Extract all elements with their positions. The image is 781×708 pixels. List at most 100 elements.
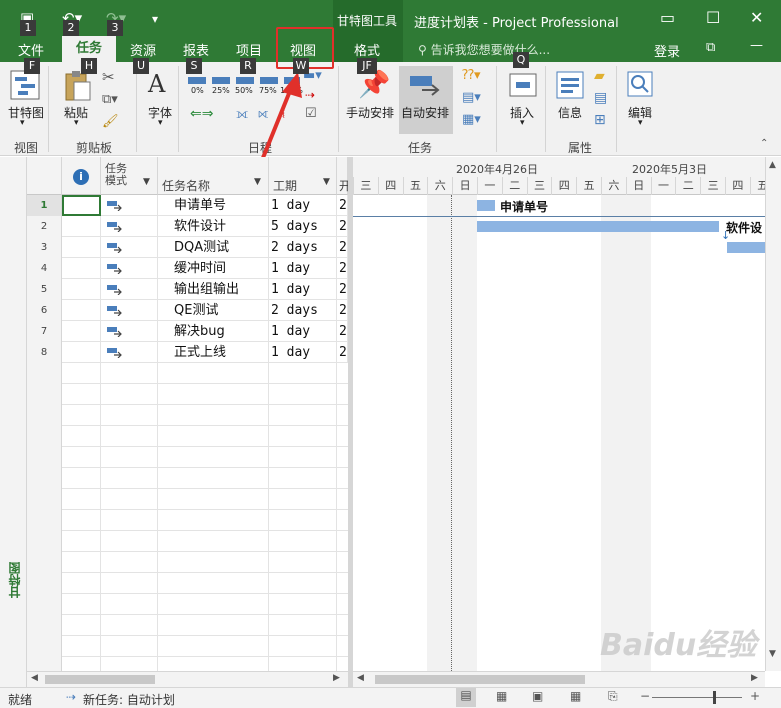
empty-row[interactable] bbox=[27, 426, 348, 447]
add-to-timeline-icon[interactable]: ⊞ bbox=[594, 112, 606, 128]
task-name-cell[interactable]: 输出组输出 bbox=[158, 279, 269, 300]
empty-cell[interactable] bbox=[101, 510, 158, 531]
indicators-header[interactable]: i bbox=[62, 157, 101, 195]
empty-cell[interactable] bbox=[269, 573, 337, 594]
indicator-cell[interactable] bbox=[62, 216, 101, 237]
grid-scroll-thumb[interactable] bbox=[45, 675, 155, 684]
row-number[interactable]: 2 bbox=[27, 216, 62, 237]
row-number[interactable] bbox=[27, 636, 62, 657]
empty-cell[interactable] bbox=[158, 384, 269, 405]
task-usage-shortcut-icon[interactable]: ▦ bbox=[496, 689, 507, 703]
status-new-task[interactable]: 新任务: 自动计划 bbox=[83, 691, 175, 708]
task-mode-filter-icon[interactable]: ▼ bbox=[143, 177, 150, 187]
editing-icon[interactable] bbox=[626, 70, 654, 100]
outdent-icon[interactable]: ⇐⇒ bbox=[190, 106, 213, 122]
empty-cell[interactable] bbox=[158, 510, 269, 531]
empty-row[interactable] bbox=[27, 657, 348, 671]
empty-row[interactable] bbox=[27, 552, 348, 573]
start-cell[interactable]: 2 bbox=[337, 258, 348, 279]
scroll-right-icon[interactable]: ▶ bbox=[333, 673, 340, 683]
empty-cell[interactable] bbox=[269, 510, 337, 531]
empty-cell[interactable] bbox=[158, 636, 269, 657]
task-mode-cell[interactable] bbox=[101, 237, 158, 258]
row-number[interactable] bbox=[27, 552, 62, 573]
start-cell[interactable]: 2 bbox=[337, 342, 348, 363]
report-shortcut-icon[interactable]: ⎘ bbox=[608, 689, 618, 704]
tab-resource[interactable]: 资源 bbox=[130, 40, 156, 59]
row-number[interactable] bbox=[27, 426, 62, 447]
task-name-cell[interactable]: 正式上线 bbox=[158, 342, 269, 363]
empty-row[interactable] bbox=[27, 489, 348, 510]
table-row[interactable]: 5 输出组输出 1 day 2 bbox=[27, 279, 348, 300]
grid-horizontal-scrollbar[interactable]: ◀ ▶ bbox=[27, 671, 348, 687]
empty-cell[interactable] bbox=[101, 573, 158, 594]
empty-row[interactable] bbox=[27, 594, 348, 615]
information-icon[interactable] bbox=[555, 70, 585, 100]
duration-cell[interactable]: 5 days bbox=[269, 216, 337, 237]
task-bar-2[interactable] bbox=[477, 221, 719, 232]
select-all-corner[interactable] bbox=[27, 157, 62, 195]
row-number[interactable] bbox=[27, 573, 62, 594]
empty-cell[interactable] bbox=[62, 552, 101, 573]
empty-cell[interactable] bbox=[269, 363, 337, 384]
empty-cell[interactable] bbox=[101, 468, 158, 489]
empty-cell[interactable] bbox=[158, 657, 269, 671]
empty-cell[interactable] bbox=[101, 615, 158, 636]
task-mode-cell[interactable] bbox=[101, 279, 158, 300]
empty-cell[interactable] bbox=[62, 384, 101, 405]
task-name-cell[interactable]: 解决bug bbox=[158, 321, 269, 342]
task-name-cell[interactable]: 缓冲时间 bbox=[158, 258, 269, 279]
empty-cell[interactable] bbox=[269, 636, 337, 657]
task-name-header[interactable]: 任务名称 ▼ bbox=[158, 157, 269, 195]
manual-schedule-icon[interactable]: 📌 bbox=[358, 70, 390, 100]
duration-cell[interactable]: 1 day bbox=[269, 342, 337, 363]
duration-header[interactable]: 工期 ▼ bbox=[269, 157, 337, 195]
row-number[interactable] bbox=[27, 447, 62, 468]
duration-cell[interactable]: 1 day bbox=[269, 195, 337, 216]
start-cell[interactable]: 2 bbox=[337, 237, 348, 258]
row-number[interactable] bbox=[27, 615, 62, 636]
empty-cell[interactable] bbox=[158, 426, 269, 447]
zoom-slider-thumb[interactable] bbox=[713, 691, 716, 704]
row-number[interactable]: 4 bbox=[27, 258, 62, 279]
empty-cell[interactable] bbox=[101, 552, 158, 573]
empty-cell[interactable] bbox=[269, 468, 337, 489]
empty-cell[interactable] bbox=[269, 405, 337, 426]
empty-cell[interactable] bbox=[62, 363, 101, 384]
gantt-scroll-thumb[interactable] bbox=[375, 675, 585, 684]
format-painter-icon[interactable]: 🖌 bbox=[102, 114, 119, 129]
empty-cell[interactable] bbox=[101, 384, 158, 405]
task-mode-cell[interactable] bbox=[101, 258, 158, 279]
empty-row[interactable] bbox=[27, 384, 348, 405]
scroll-down-icon[interactable]: ▼ bbox=[769, 649, 776, 659]
empty-row[interactable] bbox=[27, 636, 348, 657]
empty-cell[interactable] bbox=[62, 531, 101, 552]
row-number[interactable] bbox=[27, 657, 62, 671]
insert-dropdown-icon[interactable]: ▾ bbox=[520, 118, 525, 128]
indicator-cell[interactable] bbox=[62, 342, 101, 363]
maximize-button[interactable]: ☐ bbox=[706, 8, 720, 27]
pct-0[interactable]: 0% bbox=[191, 86, 204, 95]
indicator-cell[interactable] bbox=[62, 195, 101, 216]
empty-cell[interactable] bbox=[62, 615, 101, 636]
table-row[interactable]: 8 正式上线 1 day 2 bbox=[27, 342, 348, 363]
empty-cell[interactable] bbox=[158, 573, 269, 594]
empty-row[interactable] bbox=[27, 531, 348, 552]
task-name-cell[interactable]: 申请单号 bbox=[158, 195, 269, 216]
task-bar-3[interactable] bbox=[727, 242, 765, 253]
row-number[interactable]: 6 bbox=[27, 300, 62, 321]
move-icon[interactable]: ▤▾ bbox=[462, 90, 481, 105]
duration-cell[interactable]: 1 day bbox=[269, 258, 337, 279]
empty-cell[interactable] bbox=[62, 594, 101, 615]
task-name-cell[interactable]: DQA测试 bbox=[158, 237, 269, 258]
gantt-scroll-right-icon[interactable]: ▶ bbox=[751, 673, 758, 683]
table-row[interactable]: 7 解决bug 1 day 2 bbox=[27, 321, 348, 342]
empty-cell[interactable] bbox=[269, 447, 337, 468]
task-mode-cell[interactable] bbox=[101, 216, 158, 237]
start-cell[interactable]: 2 bbox=[337, 195, 348, 216]
resource-sheet-shortcut-icon[interactable]: ▦ bbox=[570, 689, 581, 703]
row-number[interactable]: 5 bbox=[27, 279, 62, 300]
start-cell[interactable]: 2 bbox=[337, 216, 348, 237]
vertical-scrollbar[interactable]: ▲ ▼ bbox=[765, 157, 781, 671]
empty-cell[interactable] bbox=[158, 552, 269, 573]
